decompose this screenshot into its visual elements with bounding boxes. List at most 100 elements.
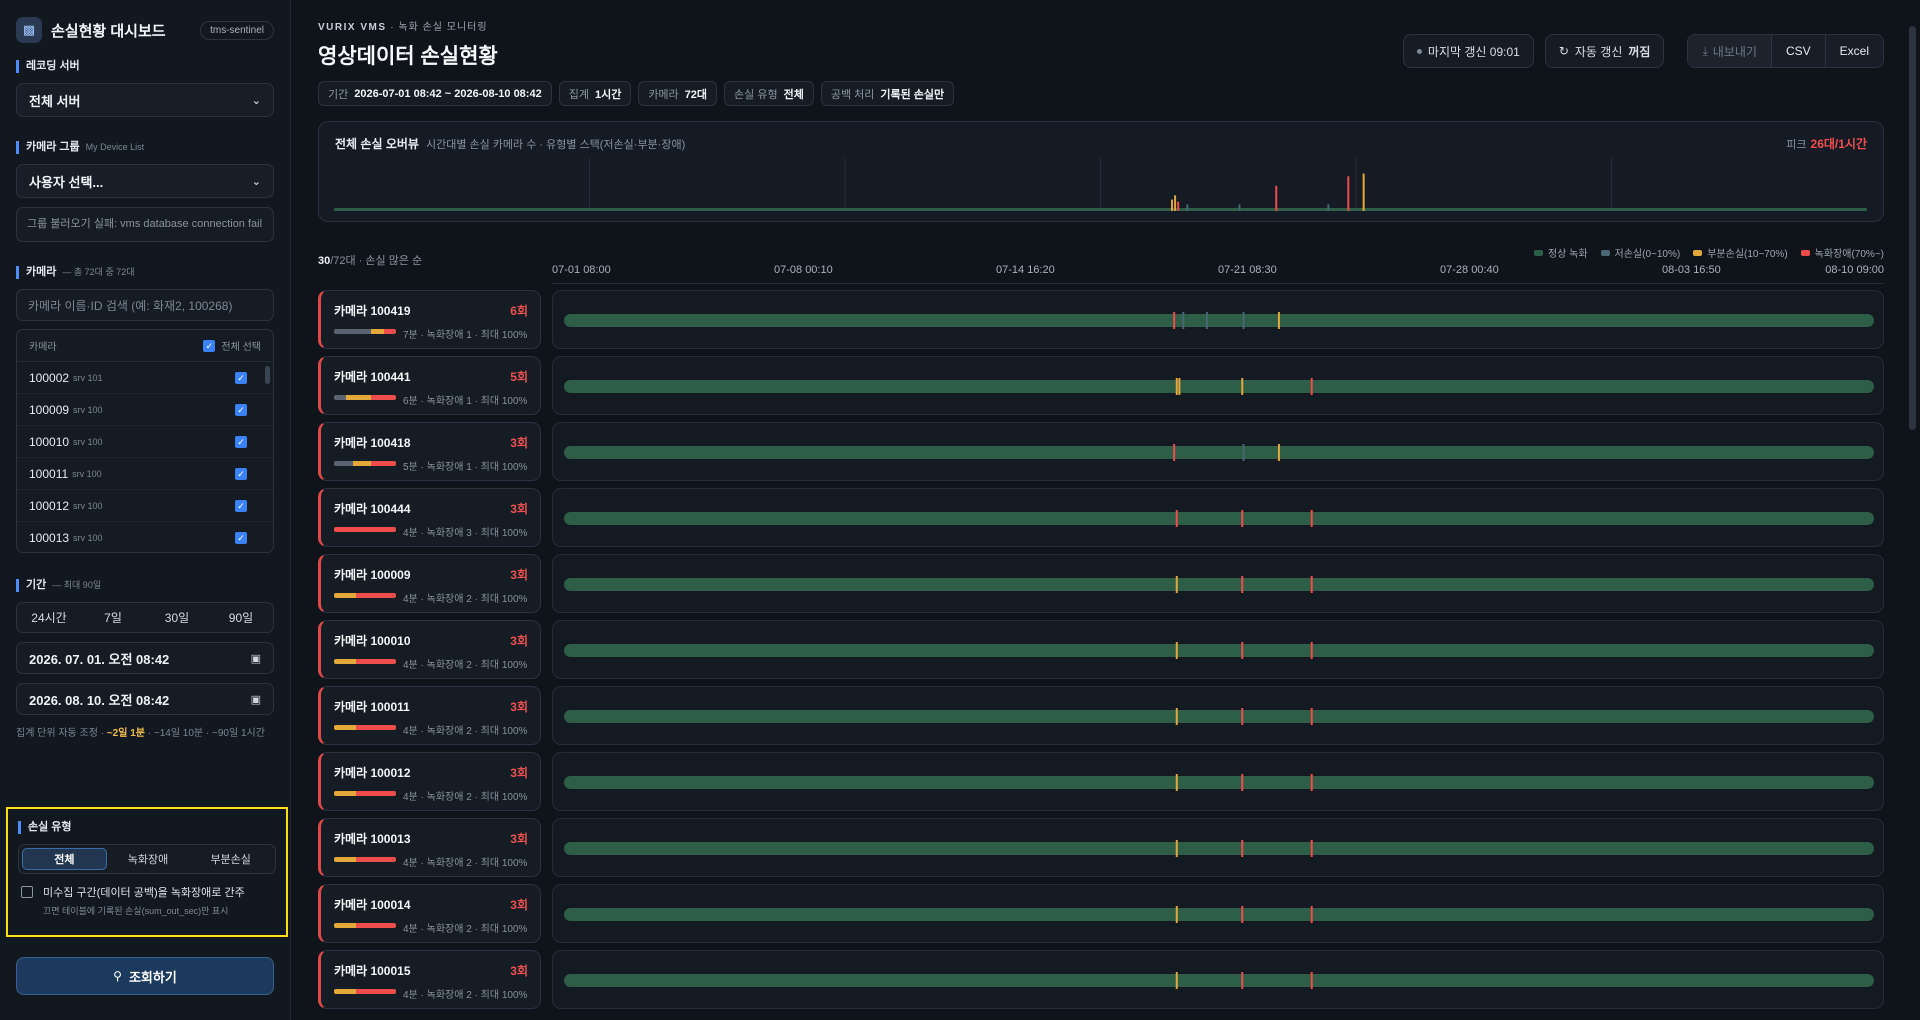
camera-list-item[interactable]: 100011 srv 100 ✓: [17, 458, 273, 490]
loss-event-mark[interactable]: [1242, 444, 1245, 461]
loss-event-mark[interactable]: [1175, 708, 1178, 725]
loss-event-mark[interactable]: [1310, 840, 1313, 857]
loss-event-mark[interactable]: [1310, 510, 1313, 527]
timeline-track[interactable]: [552, 884, 1884, 943]
calendar-icon[interactable]: ▣: [251, 693, 261, 706]
camera-name: 카메라 100012: [334, 766, 411, 780]
loss-event-mark[interactable]: [1175, 774, 1178, 791]
camera-list-scrollbar[interactable]: [265, 366, 270, 384]
camera-group-select[interactable]: 사용자 선택... ⌄: [16, 164, 274, 198]
loss-event-mark[interactable]: [1277, 444, 1280, 461]
page-scrollbar[interactable]: [1909, 26, 1916, 430]
loss-event-mark[interactable]: [1310, 378, 1313, 395]
loss-mix-segment: [352, 461, 372, 466]
loss-event-mark[interactable]: [1182, 312, 1185, 329]
calendar-icon[interactable]: ▣: [251, 652, 261, 665]
loss-event-mark[interactable]: [1175, 906, 1178, 923]
timeline-track[interactable]: [552, 686, 1884, 745]
camera-checkbox[interactable]: ✓: [235, 467, 247, 480]
loss-event-mark[interactable]: [1241, 576, 1244, 593]
camera-checkbox[interactable]: ✓: [235, 531, 247, 544]
loss-event-mark[interactable]: [1242, 312, 1245, 329]
start-date-field[interactable]: 2026. 07. 01. 오전 08:42 ▣: [16, 642, 274, 674]
camera-card[interactable]: 카메라 100009 3회 4분 · 녹화장애 2 · 최대 100%: [318, 554, 541, 613]
select-all-toggle[interactable]: ✓ 전체 선택: [203, 338, 261, 353]
loss-event-mark[interactable]: [1310, 642, 1313, 659]
camera-card[interactable]: 카메라 100419 6회 7분 · 녹화장애 1 · 최대 100%: [318, 290, 541, 349]
recording-server-select[interactable]: 전체 서버 ⌄: [16, 83, 274, 117]
loss-event-mark[interactable]: [1241, 972, 1244, 989]
camera-card[interactable]: 카메라 100418 3회 5분 · 녹화장애 1 · 최대 100%: [318, 422, 541, 481]
loss-event-mark[interactable]: [1241, 510, 1244, 527]
select-all-checkbox[interactable]: ✓: [203, 339, 216, 352]
camera-card[interactable]: 카메라 100011 3회 4분 · 녹화장애 2 · 최대 100%: [318, 686, 541, 745]
loss-type-option[interactable]: 부분손실: [189, 848, 272, 870]
timeline-track[interactable]: [552, 818, 1884, 877]
camera-list-item[interactable]: 100009 srv 100 ✓: [17, 394, 273, 426]
period-preset-button[interactable]: 90일: [209, 603, 273, 632]
loss-event-mark[interactable]: [1175, 378, 1178, 395]
camera-list: 카메라 ✓ 전체 선택 100002 srv 101 ✓ 100009 srv 100 ✓…: [16, 329, 274, 553]
gap-as-outage-checkbox[interactable]: [21, 886, 33, 898]
loss-type-option[interactable]: 녹화장애: [107, 848, 190, 870]
loss-event-mark[interactable]: [1310, 708, 1313, 725]
period-preset-button[interactable]: 24시간: [17, 603, 81, 632]
loss-event-mark[interactable]: [1175, 576, 1178, 593]
auto-refresh-toggle[interactable]: ↻ 자동 갱신 꺼짐: [1544, 34, 1665, 68]
loss-event-mark[interactable]: [1205, 312, 1208, 329]
camera-checkbox[interactable]: ✓: [235, 499, 247, 512]
camera-card[interactable]: 카메라 100015 3회 4분 · 녹화장애 2 · 최대 100%: [318, 950, 541, 1009]
export-button[interactable]: ⤓ 내보내기: [1688, 35, 1771, 67]
timeline-track[interactable]: [552, 554, 1884, 613]
camera-checkbox[interactable]: ✓: [235, 435, 247, 448]
timeline-track[interactable]: [552, 356, 1884, 415]
timeline-track[interactable]: [552, 950, 1884, 1009]
timeline-track[interactable]: [552, 752, 1884, 811]
csv-button[interactable]: CSV: [1770, 35, 1825, 67]
loss-event-mark[interactable]: [1178, 378, 1181, 395]
loss-event-mark[interactable]: [1175, 510, 1178, 527]
camera-list-item[interactable]: 100013 srv 100 ✓: [17, 522, 273, 552]
loss-event-mark[interactable]: [1173, 444, 1176, 461]
timeline-track[interactable]: [552, 620, 1884, 679]
camera-card[interactable]: 카메라 100013 3회 4분 · 녹화장애 2 · 최대 100%: [318, 818, 541, 877]
loss-event-mark[interactable]: [1310, 906, 1313, 923]
loss-type-option[interactable]: 전체: [22, 848, 107, 870]
timeline-svg: [564, 444, 1874, 461]
camera-search-input[interactable]: 카메라 이름·ID 검색 (예: 화재2, 100268): [16, 289, 274, 321]
period-preset-button[interactable]: 7일: [81, 603, 145, 632]
loss-event-mark[interactable]: [1175, 840, 1178, 857]
loss-event-mark[interactable]: [1241, 840, 1244, 857]
loss-event-mark[interactable]: [1241, 774, 1244, 791]
loss-event-mark[interactable]: [1277, 312, 1280, 329]
camera-list-item[interactable]: 100010 srv 100 ✓: [17, 426, 273, 458]
camera-card[interactable]: 카메라 100010 3회 4분 · 녹화장애 2 · 최대 100%: [318, 620, 541, 679]
loss-event-mark[interactable]: [1241, 708, 1244, 725]
camera-card[interactable]: 카메라 100012 3회 4분 · 녹화장애 2 · 최대 100%: [318, 752, 541, 811]
camera-card[interactable]: 카메라 100444 3회 4분 · 녹화장애 3 · 최대 100%: [318, 488, 541, 547]
loss-event-mark[interactable]: [1310, 576, 1313, 593]
timeline-track[interactable]: [552, 488, 1884, 547]
timeline-track[interactable]: [552, 422, 1884, 481]
loss-event-mark[interactable]: [1310, 972, 1313, 989]
loss-event-mark[interactable]: [1175, 972, 1178, 989]
camera-card[interactable]: 카메라 100441 5회 6분 · 녹화장애 1 · 최대 100%: [318, 356, 541, 415]
camera-card[interactable]: 카메라 100014 3회 4분 · 녹화장애 2 · 최대 100%: [318, 884, 541, 943]
loss-event-mark[interactable]: [1241, 906, 1244, 923]
query-button[interactable]: ⚲ 조회하기: [16, 957, 274, 995]
camera-list-item[interactable]: 100012 srv 100 ✓: [17, 490, 273, 522]
loss-event-mark[interactable]: [1175, 642, 1178, 659]
end-date-field[interactable]: 2026. 08. 10. 오전 08:42 ▣: [16, 683, 274, 715]
loss-event-mark[interactable]: [1173, 312, 1176, 329]
camera-checkbox[interactable]: ✓: [235, 403, 247, 416]
camera-list-item[interactable]: 100002 srv 101 ✓: [17, 362, 273, 394]
loss-event-mark[interactable]: [1241, 642, 1244, 659]
loss-event-mark[interactable]: [1310, 774, 1313, 791]
period-preset-button[interactable]: 30일: [145, 603, 209, 632]
gap-as-outage-option[interactable]: 미수집 구간(데이터 공백)을 녹화장애로 간주 끄면 테이블에 기록된 손실(…: [18, 884, 276, 917]
camera-id: 100009: [29, 402, 70, 417]
excel-button[interactable]: Excel: [1824, 35, 1883, 67]
camera-checkbox[interactable]: ✓: [235, 371, 247, 384]
timeline-track[interactable]: [552, 290, 1884, 349]
loss-event-mark[interactable]: [1241, 378, 1244, 395]
